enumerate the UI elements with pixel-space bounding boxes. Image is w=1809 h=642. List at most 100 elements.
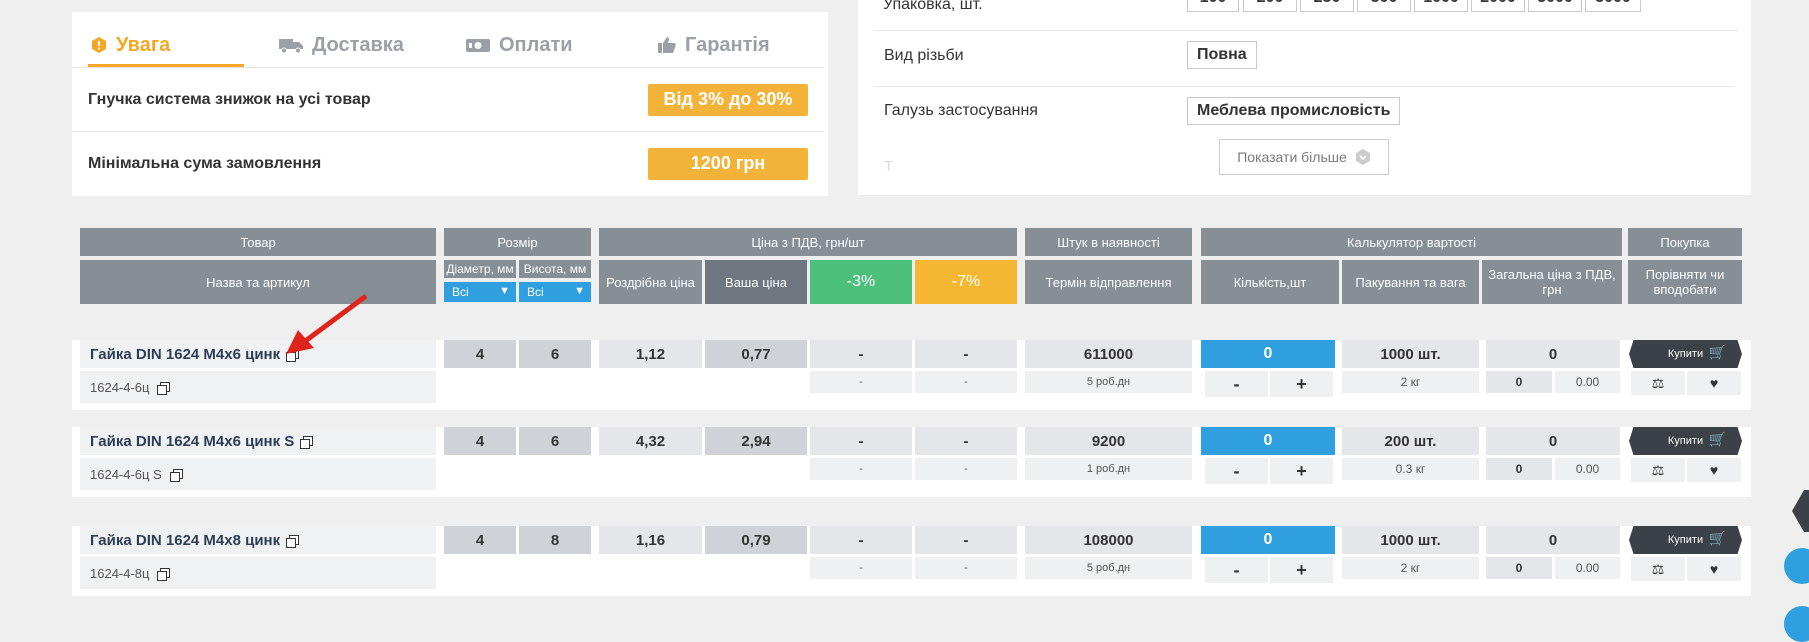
tab-attention-label: Увага	[116, 33, 171, 56]
quantity-minus-button[interactable]: -	[1205, 458, 1268, 484]
discount-3-price: -	[810, 427, 912, 455]
discount-3-price: -	[810, 340, 912, 368]
product-name-text[interactable]: Гайка DIN 1624 М4х8 цинк	[90, 532, 280, 549]
cart-icon: 🛒	[1708, 344, 1726, 360]
product-name-cell: Гайка DIN 1624 М4х8 цинк	[80, 526, 436, 554]
diameter-value: 4	[444, 526, 516, 554]
quantity-input[interactable]: 0	[1201, 526, 1335, 554]
packaging-chip[interactable]: 250	[1300, 0, 1354, 12]
packaging-chip[interactable]: 500	[1357, 0, 1411, 12]
product-name[interactable]: Гайка DIN 1624 М4х6 цинк S	[90, 433, 314, 450]
stock-count: 108000	[1025, 526, 1192, 554]
copy-icon[interactable]	[157, 567, 171, 581]
compare-button[interactable]: ⚖	[1631, 458, 1685, 482]
buy-button[interactable]: Купити 🛒	[1629, 427, 1742, 455]
spec-divider	[873, 86, 1735, 87]
quantity-input[interactable]: 0	[1201, 340, 1335, 368]
your-price: 0,79	[705, 526, 807, 554]
scales-icon: ⚖	[1651, 560, 1665, 577]
retail-price: 4,32	[599, 427, 702, 455]
packaging-chip[interactable]: 200	[1243, 0, 1297, 12]
col-pack-weight: Пакування та вага	[1342, 260, 1479, 304]
discount-3-total: -	[810, 557, 912, 579]
favorite-button[interactable]: ♥	[1687, 458, 1741, 482]
col-diameter: Діаметр, мм	[444, 260, 516, 278]
product-sku: 1624-4-6ц	[90, 380, 171, 395]
product-sku-text: 1624-4-6ц S	[90, 467, 162, 482]
packaging-chip[interactable]: 5000	[1585, 0, 1641, 12]
product-name-text[interactable]: Гайка DIN 1624 М4х6 цинк	[90, 346, 280, 363]
total-sum: 0.00	[1555, 371, 1620, 393]
side-widget-blue[interactable]	[1784, 548, 1809, 584]
packaging-chip[interactable]: 3000	[1528, 0, 1582, 12]
height-filter-select[interactable]: Всі ▼	[519, 282, 591, 302]
ship-time: 1 роб.дн	[1025, 458, 1192, 480]
packaging-chip[interactable]: 100	[1187, 0, 1239, 12]
tab-attention[interactable]: Увага	[90, 30, 170, 60]
side-widget-blue-2[interactable]	[1784, 606, 1809, 642]
discount-7-price: -	[915, 526, 1017, 554]
copy-icon[interactable]	[169, 468, 183, 482]
quantity-input[interactable]: 0	[1201, 427, 1335, 455]
tab-payment[interactable]: Оплати	[465, 30, 573, 60]
min-order-row: Мінімальна сума замовлення 1200 грн	[72, 131, 824, 195]
quantity-plus-button[interactable]: +	[1270, 458, 1333, 484]
col-product: Товар	[80, 228, 436, 256]
tab-warranty-label: Гарантія	[685, 33, 770, 56]
copy-icon[interactable]	[286, 534, 300, 548]
min-order-badge: 1200 грн	[648, 147, 808, 180]
buy-button-label: Купити	[1667, 348, 1704, 360]
buy-button[interactable]: Купити 🛒	[1629, 526, 1742, 554]
discount-text: Гнучка система знижок на усі товар	[88, 90, 371, 108]
heart-icon: ♥	[1709, 561, 1719, 577]
chevron-down-icon: ▼	[499, 285, 510, 297]
side-widget[interactable]	[1792, 490, 1809, 532]
copy-icon[interactable]	[300, 435, 314, 449]
packaging-chip[interactable]: 1000	[1414, 0, 1468, 12]
tab-payment-label: Оплати	[499, 33, 573, 56]
height-value: 6	[519, 427, 591, 455]
warning-icon	[92, 37, 106, 53]
your-price: 0,77	[705, 340, 807, 368]
cart-icon: 🛒	[1708, 431, 1726, 447]
discount-7-total: -	[915, 458, 1017, 480]
total-qty: 0	[1486, 371, 1552, 393]
quantity-minus-button[interactable]: -	[1205, 371, 1268, 397]
show-more-button[interactable]: Показати більше	[1219, 139, 1389, 175]
col-height: Висота, мм	[519, 260, 591, 278]
favorite-button[interactable]: ♥	[1687, 371, 1741, 395]
col-discount-7: -7%	[915, 260, 1017, 304]
total-qty: 0	[1486, 557, 1552, 579]
product-name[interactable]: Гайка DIN 1624 М4х8 цинк	[90, 532, 300, 549]
arrow-annotation-icon	[286, 293, 368, 354]
tab-delivery[interactable]: Доставка	[278, 30, 404, 60]
quantity-plus-button[interactable]: +	[1270, 557, 1333, 583]
height-value: 6	[519, 340, 591, 368]
favorite-button[interactable]: ♥	[1687, 557, 1741, 581]
compare-button[interactable]: ⚖	[1631, 557, 1685, 581]
col-purchase: Покупка	[1628, 228, 1742, 256]
product-name[interactable]: Гайка DIN 1624 М4х6 цинк	[90, 346, 300, 363]
faded-text: Т	[884, 158, 894, 175]
quantity-plus-button[interactable]: +	[1270, 371, 1333, 397]
show-more-label: Показати більше	[1237, 149, 1347, 165]
copy-icon[interactable]	[157, 381, 171, 395]
money-icon	[466, 39, 490, 52]
pack-size: 1000 шт.	[1342, 526, 1479, 554]
col-ship-time: Термін відправлення	[1025, 260, 1192, 304]
industry-label: Галузь застосування	[884, 102, 1038, 119]
buy-button[interactable]: Купити 🛒	[1629, 340, 1742, 368]
quantity-minus-button[interactable]: -	[1205, 557, 1268, 583]
tab-warranty[interactable]: Гарантія	[657, 30, 770, 60]
product-sku-cell: 1624-4-8ц	[80, 557, 436, 589]
col-compare: Порівняти чи вподобати	[1628, 260, 1742, 304]
compare-button[interactable]: ⚖	[1631, 371, 1685, 395]
stock-count: 611000	[1025, 340, 1192, 368]
scales-icon: ⚖	[1651, 374, 1665, 391]
diameter-filter-select[interactable]: Всі ▼	[444, 282, 516, 302]
product-name-text[interactable]: Гайка DIN 1624 М4х6 цинк S	[90, 433, 294, 450]
col-retail: Роздрібна ціна	[599, 260, 702, 304]
total-qty: 0	[1486, 458, 1552, 480]
col-qty: Кількість,шт	[1201, 260, 1339, 304]
packaging-chip[interactable]: 2000	[1471, 0, 1525, 12]
